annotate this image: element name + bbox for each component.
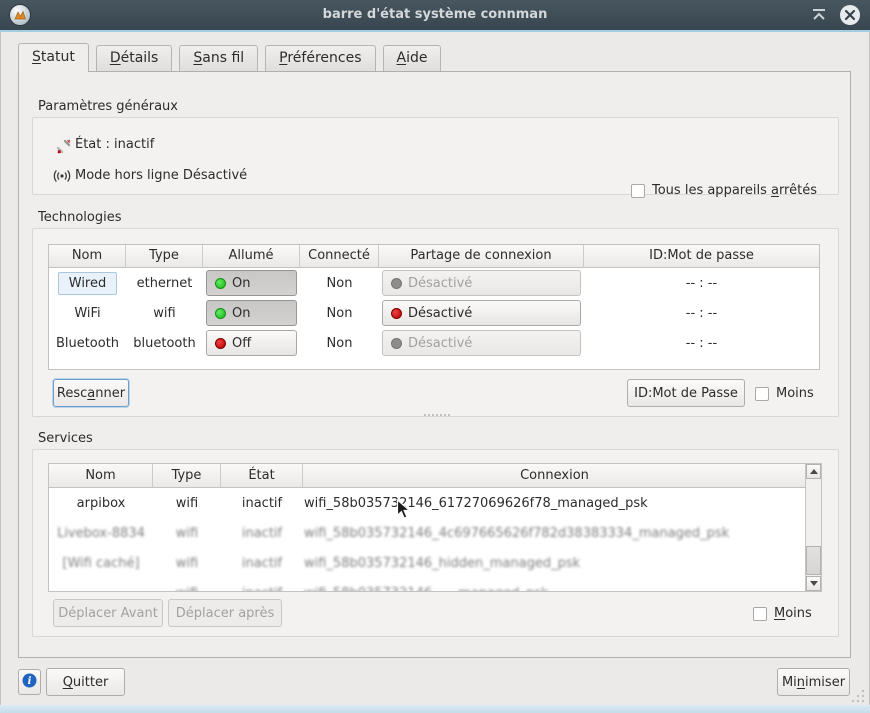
all-devices-stopped-checkbox[interactable]: Tous les appareils arrêtés (631, 182, 817, 199)
window-close-icon[interactable] (840, 5, 860, 25)
window-title: barre d'état système connman (0, 0, 870, 30)
checkbox-label: Tous les appareils arrêtés (652, 183, 817, 198)
column-header-type[interactable]: Type (126, 245, 203, 268)
general-section-title: Paramètres généraux (38, 98, 178, 115)
tab-aide[interactable]: Aide (383, 45, 442, 71)
scroll-down-arrow[interactable] (806, 576, 821, 591)
tab-details[interactable]: Détails (96, 45, 173, 71)
titlebar: barre d'état système connman (0, 0, 870, 30)
column-header-id-mdp[interactable]: ID:Mot de passe (584, 245, 819, 268)
column-header-connexion[interactable]: Connexion (303, 464, 805, 488)
minimize-button[interactable]: Minimiser (777, 668, 850, 696)
rescan-button[interactable]: Rescanner (53, 379, 129, 407)
checkbox-box (753, 607, 767, 621)
scrollbar-thumb[interactable] (806, 546, 821, 575)
window-shade-icon[interactable] (810, 6, 828, 24)
column-header-nom[interactable]: Nom (49, 245, 126, 268)
service-row-clipped[interactable]: … wifi inactif wifi_58b035732146_…_manag… (49, 578, 805, 592)
checkbox-box (755, 387, 769, 401)
quit-button[interactable]: Quitter (46, 668, 125, 696)
general-state-text: État : inactif (75, 137, 154, 152)
power-toggle-button[interactable]: On (206, 300, 297, 326)
technology-row-wifi[interactable]: WiFi wifi On Non Désactivé -- : -- (49, 298, 819, 328)
service-row-hidden-wifi[interactable]: [Wifi caché] wifi inactif wifi_58b035732… (49, 548, 805, 578)
tethering-button[interactable]: Désactivé (382, 330, 581, 356)
power-toggle-button[interactable]: Off (206, 330, 297, 356)
checkbox-box (631, 184, 645, 198)
tab-preferences[interactable]: Préférences (265, 45, 375, 71)
technologies-header-row: Nom Type Allumé Connecté Partage de conn… (49, 245, 819, 268)
power-toggle-button[interactable]: On (206, 270, 297, 296)
offline-mode-icon (52, 168, 72, 189)
tab-statut[interactable]: Statut (18, 43, 89, 72)
id-password-value: -- : -- (584, 268, 819, 298)
power-on-dot (215, 308, 226, 319)
column-header-etat[interactable]: État (221, 464, 303, 488)
services-less-checkbox[interactable]: Moins (753, 605, 812, 622)
technology-row-bluetooth[interactable]: Bluetooth bluetooth Off Non Désactivé --… (49, 328, 819, 358)
services-section-title: Services (38, 430, 93, 447)
column-header-connecte[interactable]: Connecté (300, 245, 379, 268)
tab-bar: Statut Détails Sans fil Préférences Aide (18, 43, 441, 72)
service-row-livebox[interactable]: Livebox-8834 wifi inactif wifi_58b035732… (49, 518, 805, 548)
id-password-value: -- : -- (584, 298, 819, 328)
technologies-less-checkbox[interactable]: Moins (755, 385, 814, 402)
selected-cell[interactable]: Wired (58, 272, 118, 295)
pane-splitter-grip[interactable] (424, 414, 450, 416)
power-on-dot (215, 278, 226, 289)
checkbox-label: Moins (774, 606, 812, 621)
services-scrollbar[interactable] (805, 464, 821, 591)
tethering-button[interactable]: Désactivé (382, 300, 581, 326)
titlebar-accent-line (0, 30, 870, 32)
move-after-button[interactable]: Déplacer après (168, 599, 282, 627)
tethering-off-dot (391, 338, 402, 349)
column-header-nom[interactable]: Nom (49, 464, 153, 488)
id-password-button[interactable]: ID:Mot de Passe (627, 379, 745, 407)
svg-text:i: i (28, 676, 32, 687)
info-icon: i (22, 673, 37, 692)
move-before-button[interactable]: Déplacer Avant (53, 599, 163, 627)
power-off-dot (215, 338, 226, 349)
tethering-off-dot (391, 278, 402, 289)
network-disconnected-icon (55, 138, 72, 159)
tab-sans-fil[interactable]: Sans fil (179, 45, 258, 71)
tethering-off-dot (391, 308, 402, 319)
column-header-type[interactable]: Type (153, 464, 221, 488)
statut-tab-page: Paramètres généraux État : inactif Mode … (18, 71, 851, 658)
technology-row-wired[interactable]: Wired ethernet On Non Désactivé -- : -- (49, 268, 819, 298)
offline-mode-text: Mode hors ligne Désactivé (75, 168, 247, 183)
id-password-value: -- : -- (584, 328, 819, 358)
column-header-partage[interactable]: Partage de connexion (379, 245, 584, 268)
scroll-up-arrow[interactable] (806, 464, 821, 479)
column-header-allume[interactable]: Allumé (203, 245, 300, 268)
services-header-row: Nom Type État Connexion (49, 464, 805, 488)
service-row-arpibox[interactable]: arpibox wifi inactif wifi_58b035732146_6… (49, 488, 805, 518)
technologies-section-title: Technologies (38, 209, 122, 226)
general-panel: État : inactif Mode hors ligne Désactivé… (32, 117, 839, 195)
info-button[interactable]: i (18, 669, 41, 695)
desktop-panel-strip (0, 705, 870, 713)
services-table: Nom Type État Connexion arpibox wifi ina… (48, 463, 822, 592)
checkbox-label: Moins (776, 386, 814, 401)
tethering-button[interactable]: Désactivé (382, 270, 581, 296)
technologies-table: Nom Type Allumé Connecté Partage de conn… (48, 244, 820, 370)
